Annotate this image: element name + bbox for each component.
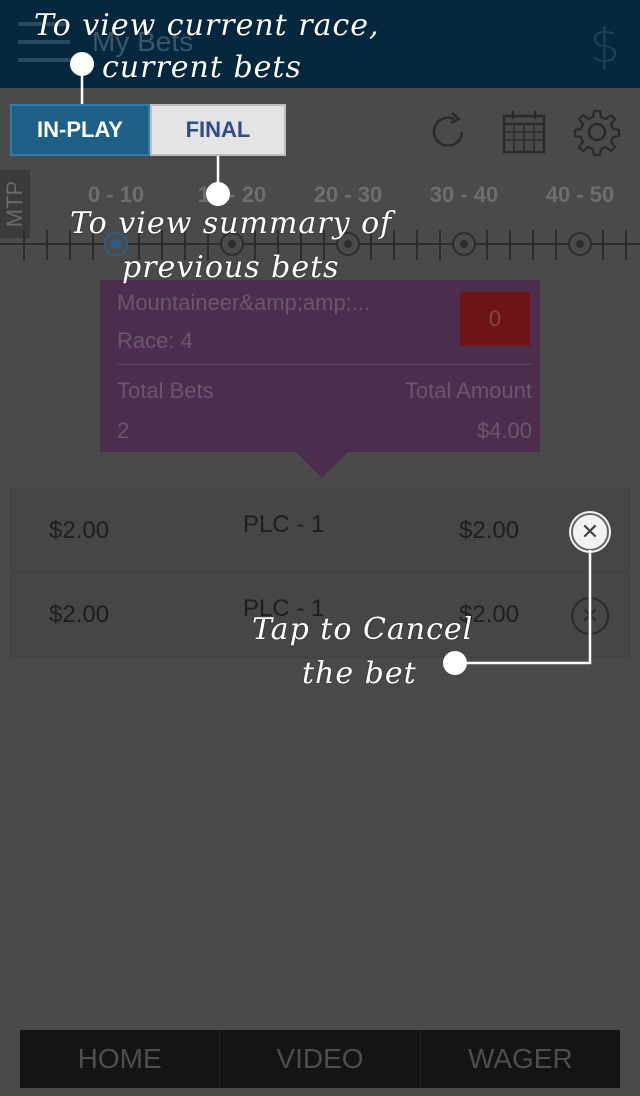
range-label[interactable]: 30 - 40 [414, 182, 514, 208]
coach-text-cancel: the bet [302, 656, 417, 691]
card-pointer [296, 452, 348, 478]
cancel-bet-button[interactable]: ✕ [571, 597, 609, 635]
coach-text-current: To view current race, [34, 8, 380, 43]
range-label[interactable]: 40 - 50 [530, 182, 630, 208]
bet-amount: $2.00 [49, 517, 110, 544]
count-badge: 0 [460, 292, 530, 346]
nav-video[interactable]: VIDEO [220, 1030, 421, 1088]
venue-name: Mountaineer&amp;amp;... [117, 290, 371, 315]
total-amount-label: Total Amount [404, 378, 532, 403]
gear-icon[interactable] [573, 108, 621, 156]
range-label[interactable]: 0 - 10 [66, 182, 166, 208]
tab-in-play[interactable]: IN-PLAY [10, 104, 150, 156]
coach-text-current: current bets [102, 50, 302, 85]
range-label[interactable]: 10 - 20 [182, 182, 282, 208]
race-summary-card[interactable]: Mountaineer&amp;amp;... Race: 4 0 Total … [100, 280, 540, 452]
bet-payout: $2.00 [459, 517, 520, 544]
bet-type: PLC - 1 [243, 511, 325, 538]
range-label[interactable]: 20 - 30 [298, 182, 398, 208]
calendar-icon[interactable] [500, 108, 548, 156]
refresh-icon[interactable] [424, 108, 472, 156]
divider [117, 364, 532, 365]
race-number: Race: 4 [117, 328, 193, 353]
coach-text-cancel: Tap to Cancel [252, 612, 474, 647]
nav-home[interactable]: HOME [20, 1030, 221, 1088]
coach-text-summary: To view summary of [70, 206, 393, 241]
cancel-bet-button[interactable]: ✕ [571, 513, 609, 551]
total-bets-label: Total Bets [117, 378, 214, 403]
coach-text-summary: previous bets [122, 250, 340, 285]
dollar-icon[interactable]: $ [589, 18, 620, 74]
nav-wager[interactable]: WAGER [421, 1030, 620, 1088]
bottom-nav: HOME VIDEO WAGER [20, 1030, 620, 1088]
total-bets-value: 2 [117, 418, 130, 443]
tab-final[interactable]: FINAL [150, 104, 286, 156]
bet-row: $2.00 PLC - 1 $2.00 ✕ [11, 489, 629, 573]
total-amount-value: $4.00 [476, 418, 532, 443]
bet-amount: $2.00 [49, 601, 110, 628]
